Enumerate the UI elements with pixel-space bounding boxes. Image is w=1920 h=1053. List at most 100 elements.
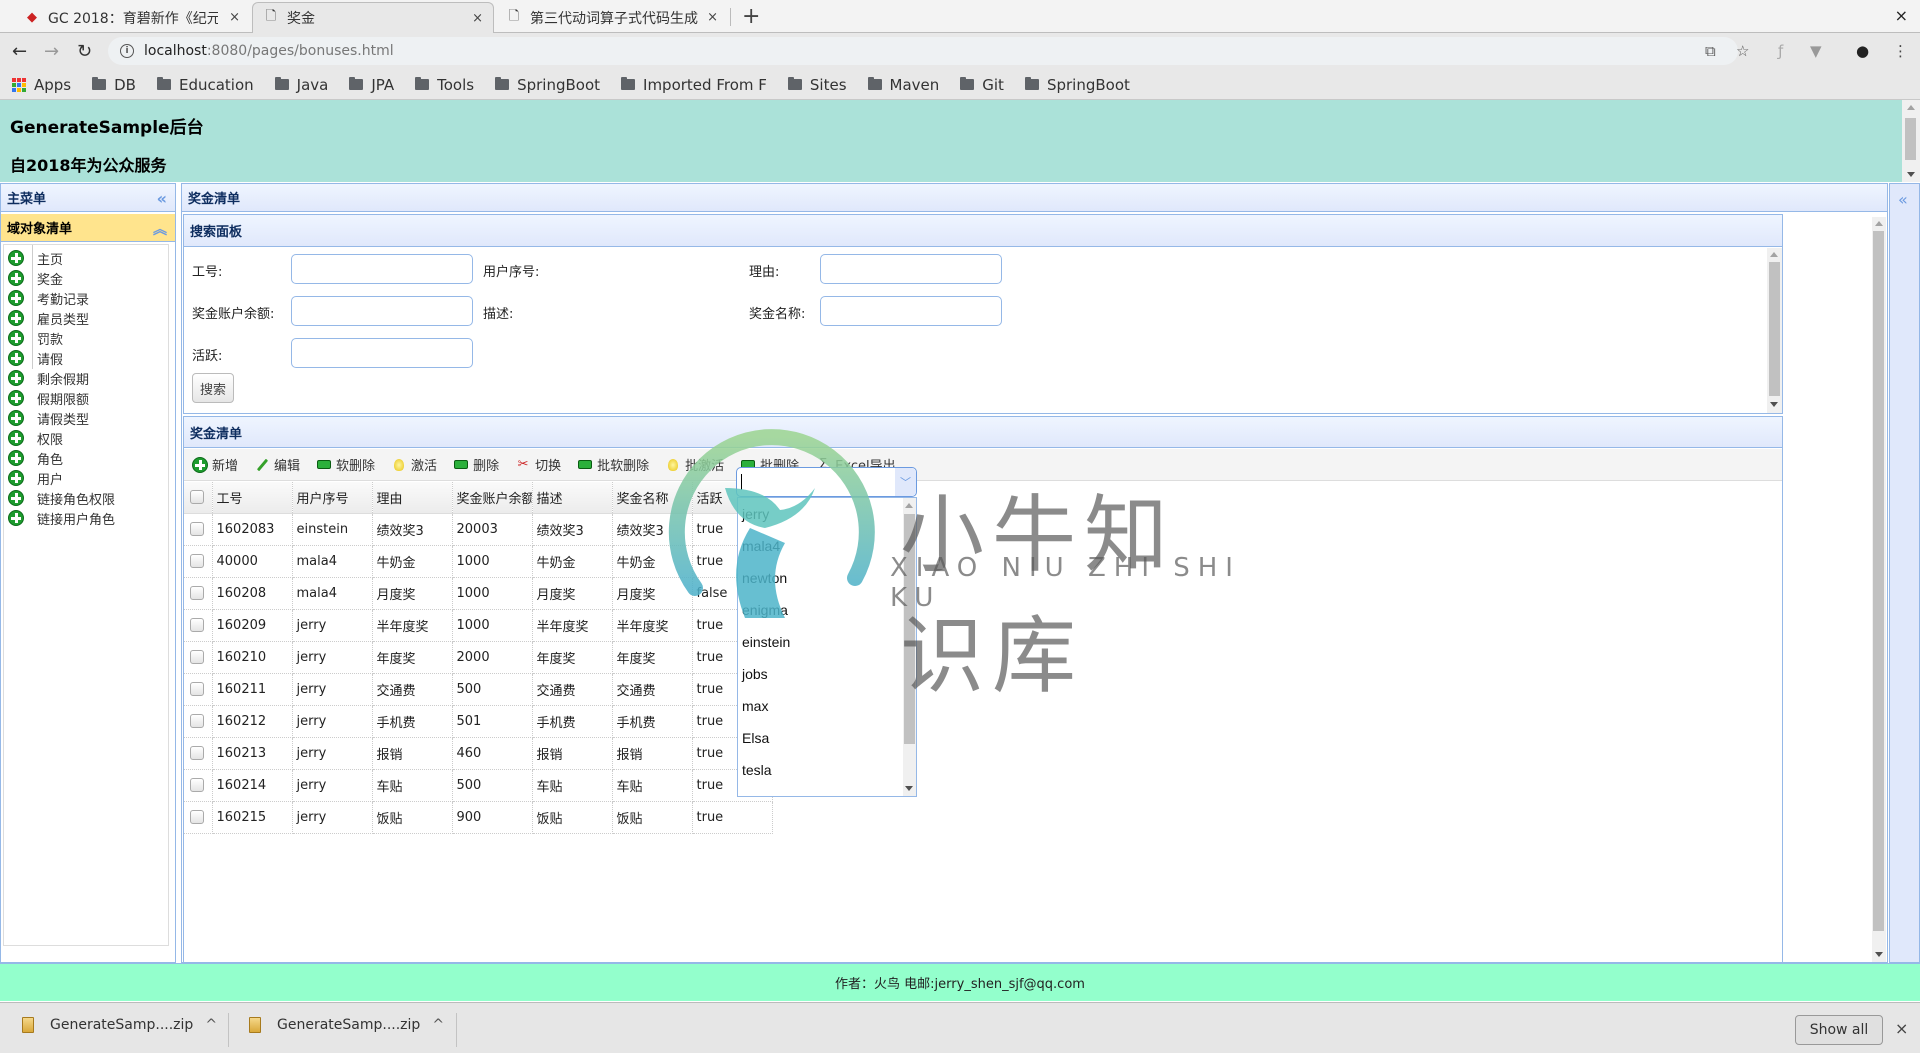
menu-item-role-permission-link[interactable]: 链接角色权限 <box>8 488 115 508</box>
dropdown-option[interactable]: jerry <box>742 506 769 522</box>
column-header[interactable]: 描述 <box>532 482 613 514</box>
scroll-thumb[interactable] <box>1769 262 1780 396</box>
bookmark-folder[interactable]: Tools <box>415 76 474 94</box>
soft-delete-button[interactable]: 软删除 <box>316 455 375 474</box>
column-header[interactable]: 奖金账户余额 <box>452 482 533 514</box>
row-checkbox[interactable] <box>190 714 204 728</box>
table-row[interactable]: 160213 jerry 报销 460 报销 报销 true <box>184 737 773 770</box>
menu-item-employee-type[interactable]: 雇员类型 <box>8 308 89 328</box>
scroll-up-icon[interactable] <box>1907 105 1915 110</box>
close-tab-icon[interactable]: × <box>707 10 718 25</box>
menu-item-role[interactable]: 角色 <box>8 448 63 468</box>
active-input[interactable] <box>291 338 473 368</box>
scroll-down-icon[interactable] <box>1770 402 1778 407</box>
scroll-up-icon[interactable] <box>1770 252 1778 257</box>
new-tab-button[interactable]: + <box>742 4 760 29</box>
center-scrollbar[interactable] <box>1872 217 1886 962</box>
bookmark-folder[interactable]: SpringBoot <box>1024 76 1130 94</box>
bookmark-folder[interactable]: Sites <box>787 76 847 94</box>
scroll-down-icon[interactable] <box>905 786 913 791</box>
select-all-checkbox[interactable] <box>190 490 204 505</box>
search-panel-scrollbar[interactable] <box>1767 248 1782 413</box>
dropdown-option[interactable]: max <box>742 698 768 714</box>
bookmark-folder[interactable]: Education <box>156 76 254 94</box>
menu-item-attendance[interactable]: 考勤记录 <box>8 288 89 308</box>
back-icon[interactable]: ← <box>12 41 27 62</box>
scroll-down-icon[interactable] <box>1907 172 1915 177</box>
dropdown-option[interactable]: einstein <box>742 634 790 650</box>
dropdown-scrollbar[interactable] <box>903 498 916 796</box>
column-header[interactable]: 用户序号 <box>292 482 373 514</box>
balance-input[interactable] <box>291 296 473 326</box>
row-checkbox[interactable] <box>190 746 204 760</box>
bookmark-star-icon[interactable]: ☆ <box>1736 42 1749 60</box>
table-row[interactable]: 1602083 einstein 绩效奖3 20003 绩效奖3 绩效奖3 true <box>184 513 773 546</box>
extension-f-icon[interactable]: ƒ <box>1778 42 1783 60</box>
row-checkbox[interactable] <box>190 522 204 536</box>
chevron-down-icon[interactable]: ﹀ <box>894 468 916 496</box>
forward-icon[interactable]: → <box>44 41 59 62</box>
menu-item-remaining-leave[interactable]: 剩余假期 <box>8 368 89 388</box>
bonus-name-input[interactable] <box>820 296 1002 326</box>
menu-item-user-role-link[interactable]: 链接用户角色 <box>8 508 115 528</box>
menu-icon[interactable]: ⋮ <box>1893 42 1908 60</box>
tab-codegen[interactable]: 🗋 第三代动词算子式代码生成 × <box>496 2 728 33</box>
add-button[interactable]: 新增 <box>192 455 238 474</box>
column-header[interactable]: 理由 <box>372 482 453 514</box>
site-info-icon[interactable]: i <box>120 44 134 58</box>
table-row[interactable]: 160211 jerry 交通费 500 交通费 交通费 true <box>184 673 773 706</box>
collapse-left-icon[interactable]: « <box>157 189 167 208</box>
table-row[interactable]: 40000 mala4 牛奶金 1000 牛奶金 牛奶金 true <box>184 545 773 578</box>
table-row[interactable]: 160212 jerry 手机费 501 手机费 手机费 true <box>184 705 773 738</box>
menu-item-leave-type[interactable]: 请假类型 <box>8 408 89 428</box>
tab-bonus[interactable]: 🗋 奖金 × <box>252 2 494 33</box>
scroll-up-icon[interactable] <box>1875 221 1883 226</box>
chevron-up-icon[interactable]: ^ <box>432 1017 444 1033</box>
bookmark-folder[interactable]: DB <box>92 76 136 94</box>
user-id-combobox[interactable]: ﹀ <box>736 467 917 497</box>
dropdown-option[interactable]: jobs <box>742 666 768 682</box>
activate-button[interactable]: 激活 <box>391 455 437 474</box>
download-item[interactable]: GenerateSamp....zip ^ <box>22 1017 217 1033</box>
table-row[interactable]: 160214 jerry 车贴 500 车贴 车贴 true <box>184 769 773 802</box>
bookmark-folder[interactable]: Imported From F <box>621 76 767 94</box>
extension-v-icon[interactable]: ▼ <box>1810 42 1822 60</box>
delete-button[interactable]: 删除 <box>453 455 499 474</box>
row-checkbox[interactable] <box>190 810 204 824</box>
row-checkbox[interactable] <box>190 618 204 632</box>
menu-item-fine[interactable]: 罚款 <box>8 328 63 348</box>
menu-item-bonus[interactable]: 奖金 <box>8 268 63 288</box>
dropdown-option[interactable]: enigma <box>742 602 788 618</box>
scroll-up-icon[interactable] <box>905 503 913 508</box>
scroll-thumb[interactable] <box>1905 118 1916 160</box>
reload-icon[interactable]: ↻ <box>77 41 92 62</box>
url-bar[interactable]: i localhost:8080/pages/bonuses.html <box>108 37 1738 65</box>
menu-item-permission[interactable]: 权限 <box>8 428 63 448</box>
bookmark-folder[interactable]: Git <box>960 76 1004 94</box>
row-checkbox[interactable] <box>190 682 204 696</box>
bookmark-folder[interactable]: JPA <box>349 76 394 94</box>
close-window-button[interactable]: × <box>1895 6 1908 25</box>
menu-item-leave[interactable]: 请假 <box>8 348 63 368</box>
close-tab-icon[interactable]: × <box>229 10 240 25</box>
scroll-down-icon[interactable] <box>1875 952 1883 957</box>
bookmark-folder[interactable]: Maven <box>867 76 939 94</box>
dropdown-option[interactable]: Elsa <box>742 730 769 746</box>
table-row[interactable]: 160215 jerry 饭贴 900 饭贴 饭贴 true <box>184 801 773 834</box>
bookmark-apps[interactable]: Apps <box>12 76 71 94</box>
expand-right-icon[interactable]: « <box>1898 190 1908 209</box>
dropdown-option[interactable]: tesla <box>742 762 772 778</box>
column-header[interactable]: 奖金名称 <box>612 482 693 514</box>
close-tab-icon[interactable]: × <box>472 11 483 26</box>
table-row[interactable]: 160209 jerry 半年度奖 1000 半年度奖 半年度奖 true <box>184 609 773 642</box>
reason-input[interactable] <box>820 254 1002 284</box>
toggle-button[interactable]: ✂ 切换 <box>515 455 561 474</box>
row-checkbox[interactable] <box>190 650 204 664</box>
collapse-up-icon[interactable]: ︽ <box>153 219 167 239</box>
menu-item-leave-quota[interactable]: 假期限额 <box>8 388 89 408</box>
close-downloads-icon[interactable]: × <box>1895 1019 1908 1038</box>
bookmark-folder[interactable]: SpringBoot <box>495 76 600 94</box>
chevron-up-icon[interactable]: ^ <box>205 1017 217 1033</box>
batch-activate-button[interactable]: 批激活 <box>665 455 724 474</box>
scroll-thumb[interactable] <box>1873 231 1884 931</box>
